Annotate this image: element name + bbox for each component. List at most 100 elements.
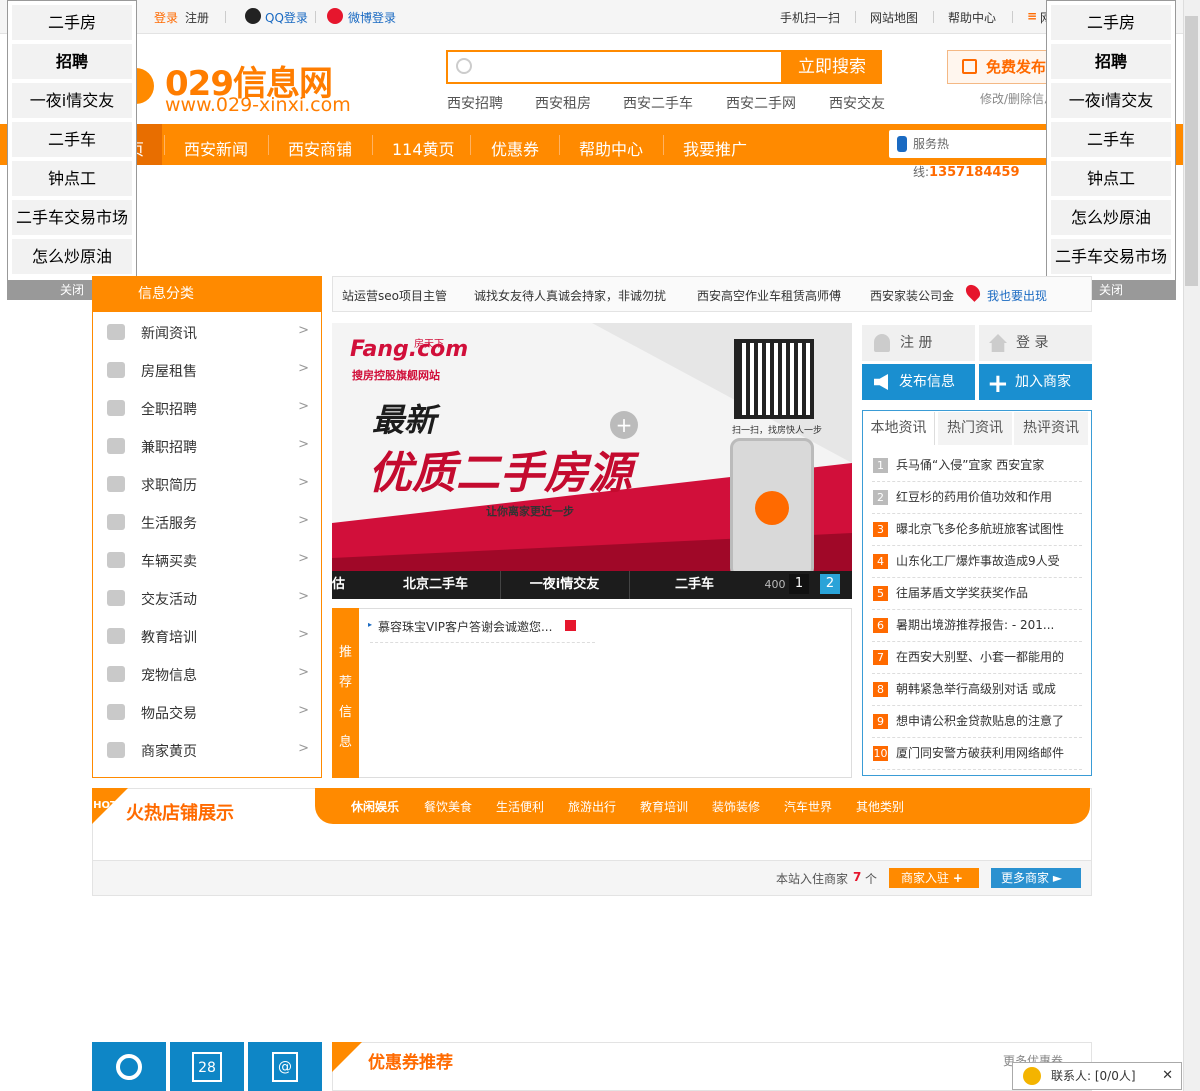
calendar-widget[interactable]: 28 bbox=[170, 1042, 244, 1091]
register-button[interactable]: 注 册 bbox=[862, 325, 975, 361]
notice-link[interactable]: 西安高空作业车租赁高师傅 bbox=[697, 287, 841, 304]
list-item[interactable]: 6 暑期出境游推荐报告: - 201... bbox=[872, 610, 1082, 642]
banner-tab[interactable]: 一夜i情交友 bbox=[500, 571, 628, 599]
hot-keyword[interactable]: 西安交友 bbox=[829, 93, 885, 113]
float-link[interactable]: 二手车 bbox=[1051, 122, 1171, 157]
float-link[interactable]: 一夜i情交友 bbox=[1051, 83, 1171, 118]
sitemap-link[interactable]: 网站地图 bbox=[870, 9, 918, 26]
shop-tab[interactable]: 教育培训 bbox=[640, 798, 688, 815]
more-merchants-button[interactable]: 更多商家 ► bbox=[991, 868, 1081, 888]
hot-keyword[interactable]: 西安二手车 bbox=[623, 93, 693, 113]
login-link[interactable]: 登录 bbox=[154, 9, 178, 26]
float-link[interactable]: 招聘 bbox=[12, 44, 132, 79]
tab-local-news[interactable]: 本地资讯 bbox=[863, 412, 935, 445]
category-item[interactable]: 房屋租售 > bbox=[93, 351, 321, 389]
nav-item-coupons[interactable]: 优惠券 bbox=[491, 136, 539, 160]
login-button[interactable]: 登 录 bbox=[979, 325, 1092, 361]
banner-tab[interactable]: 估 bbox=[332, 571, 372, 599]
list-item[interactable]: 9 想申请公积金贷款贴息的注意了 bbox=[872, 706, 1082, 738]
search-button[interactable]: 立即搜索 bbox=[782, 50, 882, 84]
list-item[interactable]: 8 朝韩紧急举行高级别对话 或成 bbox=[872, 674, 1082, 706]
join-merchant-button[interactable]: + 加入商家 bbox=[979, 364, 1092, 400]
category-item[interactable]: 生活服务 > bbox=[93, 503, 321, 541]
scrollbar-thumb[interactable] bbox=[1185, 16, 1198, 286]
qq-login-link[interactable]: QQ登录 bbox=[265, 9, 308, 26]
post-info-button[interactable]: 发布信息 bbox=[862, 364, 975, 400]
float-link[interactable]: 二手房 bbox=[12, 5, 132, 40]
merchant-join-button[interactable]: 商家入驻 + bbox=[889, 868, 979, 888]
float-link[interactable]: 钟点工 bbox=[1051, 161, 1171, 196]
category-item[interactable]: 宠物信息 > bbox=[93, 655, 321, 693]
list-item[interactable]: 5 往届茅盾文学奖获奖作品 bbox=[872, 578, 1082, 610]
shop-tab[interactable]: 装饰装修 bbox=[712, 798, 760, 815]
news-title: 兵马俑“入侵”宜家 西安宜家 bbox=[896, 458, 1045, 472]
list-item[interactable]: 3 曝北京飞多伦多航班旅客试图性 bbox=[872, 514, 1082, 546]
shop-tab[interactable]: 生活便利 bbox=[496, 798, 544, 815]
notice-link[interactable]: 西安家装公司金 bbox=[870, 287, 960, 304]
shop-tab[interactable]: 其他类别 bbox=[856, 798, 904, 815]
float-link[interactable]: 怎么炒原油 bbox=[1051, 200, 1171, 235]
top-bar: 登录 注册 QQ登录 微博登录 手机扫一扫 网站地图 帮助中心 ≡ 网 bbox=[0, 0, 1183, 34]
help-link[interactable]: 帮助中心 bbox=[948, 9, 996, 26]
shop-tab[interactable]: 汽车世界 bbox=[784, 798, 832, 815]
list-item[interactable]: 1 兵马俑“入侵”宜家 西安宜家 bbox=[872, 450, 1082, 482]
category-item[interactable]: 全职招聘 > bbox=[93, 389, 321, 427]
banner-tab[interactable]: 二手车 bbox=[629, 571, 759, 599]
category-item[interactable]: 车辆买卖 > bbox=[93, 541, 321, 579]
nav-item-news[interactable]: 西安新闻 bbox=[184, 136, 248, 160]
search-input[interactable] bbox=[446, 50, 783, 84]
tab-hot-news[interactable]: 热门资讯 bbox=[938, 412, 1012, 445]
list-item[interactable]: 4 山东化工厂爆炸事故造成9人受 bbox=[872, 546, 1082, 578]
float-link[interactable]: 二手车交易市场 bbox=[12, 200, 132, 235]
slide-page-1[interactable]: 1 bbox=[789, 574, 809, 594]
float-link[interactable]: 钟点工 bbox=[12, 161, 132, 196]
category-item[interactable]: 兼职招聘 > bbox=[93, 427, 321, 465]
list-item[interactable]: 2 红豆杉的药用价值功效和作用 bbox=[872, 482, 1082, 514]
list-item[interactable]: 10 厦门同安警方破获利用网络邮件 bbox=[872, 738, 1082, 770]
register-link[interactable]: 注册 bbox=[185, 9, 209, 26]
nav-item-yellow-pages[interactable]: 114黄页 bbox=[392, 136, 455, 160]
banner-slider[interactable]: Fang.com 房天下 搜房控股旗舰网站 最新 优质二手房源 让你离家更近一步… bbox=[332, 323, 852, 598]
shop-tab[interactable]: 餐饮美食 bbox=[424, 798, 472, 815]
hot-keyword[interactable]: 西安二手网 bbox=[726, 93, 796, 113]
notice-link[interactable]: 站运营seo项目主管 bbox=[342, 287, 447, 304]
category-item[interactable]: 物品交易 > bbox=[93, 693, 321, 731]
notice-link[interactable]: 诚找女友待人真诚会持家，非诚勿扰 bbox=[474, 287, 666, 304]
shop-tab-active[interactable]: 休闲娱乐 bbox=[351, 798, 399, 815]
banner-tab[interactable]: 北京二手车 bbox=[372, 571, 499, 599]
tab-comment-news[interactable]: 热评资讯 bbox=[1014, 412, 1088, 445]
nav-item-shops[interactable]: 西安商铺 bbox=[288, 136, 352, 160]
weather-widget[interactable] bbox=[92, 1042, 166, 1091]
float-link[interactable]: 二手车交易市场 bbox=[1051, 239, 1171, 274]
recommend-link[interactable]: 慕容珠宝VIP客户答谢会诚邀您... bbox=[378, 618, 552, 635]
appear-link[interactable]: 我也要出现 bbox=[987, 287, 1047, 304]
contact-widget[interactable]: 联系人: [0/0人] ✕ bbox=[1012, 1062, 1182, 1090]
menu-icon[interactable]: ≡ bbox=[1027, 9, 1037, 23]
float-link[interactable]: 一夜i情交友 bbox=[12, 83, 132, 118]
scan-link[interactable]: 手机扫一扫 bbox=[780, 9, 840, 26]
nav-item-promote[interactable]: 我要推广 bbox=[683, 136, 747, 160]
modify-link[interactable]: 修改/删除信息 bbox=[980, 90, 1056, 107]
category-item[interactable]: 教育培训 > bbox=[93, 617, 321, 655]
category-item[interactable]: 新闻资讯 > bbox=[93, 313, 321, 351]
close-icon[interactable]: ✕ bbox=[1162, 1063, 1173, 1089]
user-icon bbox=[874, 334, 890, 352]
category-item[interactable]: 交友活动 > bbox=[93, 579, 321, 617]
category-item[interactable]: 商家黄页 > bbox=[93, 731, 321, 769]
list-item[interactable]: 7 在西安大别墅、小套一都能用的 bbox=[872, 642, 1082, 674]
shop-tab[interactable]: 旅游出行 bbox=[568, 798, 616, 815]
float-link[interactable]: 招聘 bbox=[1051, 44, 1171, 79]
contacts-widget[interactable]: @ bbox=[248, 1042, 322, 1091]
weibo-login-link[interactable]: 微博登录 bbox=[348, 9, 396, 26]
hot-keyword[interactable]: 西安租房 bbox=[535, 93, 591, 113]
category-item[interactable]: 求职简历 > bbox=[93, 465, 321, 503]
banner-play-icon[interactable]: + bbox=[610, 411, 638, 439]
hot-keyword[interactable]: 西安招聘 bbox=[447, 93, 503, 113]
nav-item-help[interactable]: 帮助中心 bbox=[579, 136, 643, 160]
float-link[interactable]: 二手车 bbox=[12, 122, 132, 157]
slide-page-2[interactable]: 2 bbox=[820, 574, 840, 594]
float-link[interactable]: 二手房 bbox=[1051, 5, 1171, 40]
float-link[interactable]: 怎么炒原油 bbox=[12, 239, 132, 274]
divider bbox=[225, 11, 226, 23]
rank-badge: 6 bbox=[873, 618, 888, 633]
